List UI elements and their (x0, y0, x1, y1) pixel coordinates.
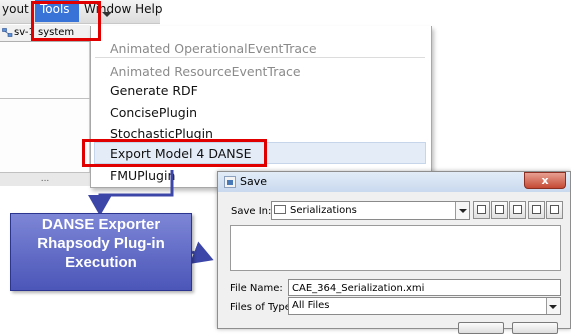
arrow-to-dialog (189, 241, 214, 264)
tools-highlight-box (31, 1, 101, 41)
cursor-arrow-icon (102, 12, 112, 17)
save-in-value: Serializations (290, 205, 357, 216)
menu-layout[interactable]: yout (2, 2, 29, 16)
details-view-icon (550, 205, 559, 214)
chevron-down-icon (459, 209, 467, 213)
file-list[interactable] (230, 225, 561, 271)
diagram-icon (2, 28, 13, 37)
canvas-divider (0, 98, 90, 99)
cancel-button[interactable] (512, 322, 558, 334)
bottom-strip: ... (0, 172, 90, 186)
close-button[interactable]: x (524, 172, 566, 189)
menu-item-fmu-plugin[interactable]: FMUPlugin (110, 168, 175, 183)
home-icon (495, 205, 504, 214)
save-button[interactable] (458, 322, 504, 334)
menu-separator (95, 57, 425, 58)
files-of-type-label: Files of Type: (230, 302, 295, 313)
callout-line-1: DANSE Exporter (41, 216, 161, 233)
save-dialog-title: Save (240, 175, 268, 188)
file-name-label: File Name: (230, 283, 283, 294)
save-dialog-window-icon-detail (227, 180, 233, 185)
callout-danse-exporter: DANSE Exporter Rhapsody Plug-in Executio… (10, 213, 192, 291)
menu-item-animated-resource-event-trace[interactable]: Animated ResourceEventTrace (110, 64, 301, 79)
menu-item-concise-plugin[interactable]: ConcisePlugin (110, 105, 197, 120)
save-dialog-title-bar[interactable] (218, 172, 570, 192)
list-view-icon (532, 205, 541, 214)
new-folder-icon (513, 205, 522, 214)
file-name-input[interactable] (288, 279, 561, 296)
callout-line-2: Rhapsody Plug-in (37, 235, 165, 252)
callout-line-3: Execution (65, 254, 137, 271)
chevron-down-icon (549, 305, 557, 309)
export-highlight-box (82, 139, 267, 167)
save-in-label: Save In: (231, 206, 272, 217)
files-of-type-value: All Files (292, 300, 330, 311)
up-folder-icon (477, 205, 486, 214)
diagram-canvas[interactable] (0, 42, 90, 172)
menu-item-animated-operational-event-trace[interactable]: Animated OperationalEventTrace (110, 41, 317, 56)
menu-item-generate-rdf[interactable]: Generate RDF (110, 83, 198, 98)
folder-icon (274, 205, 286, 214)
